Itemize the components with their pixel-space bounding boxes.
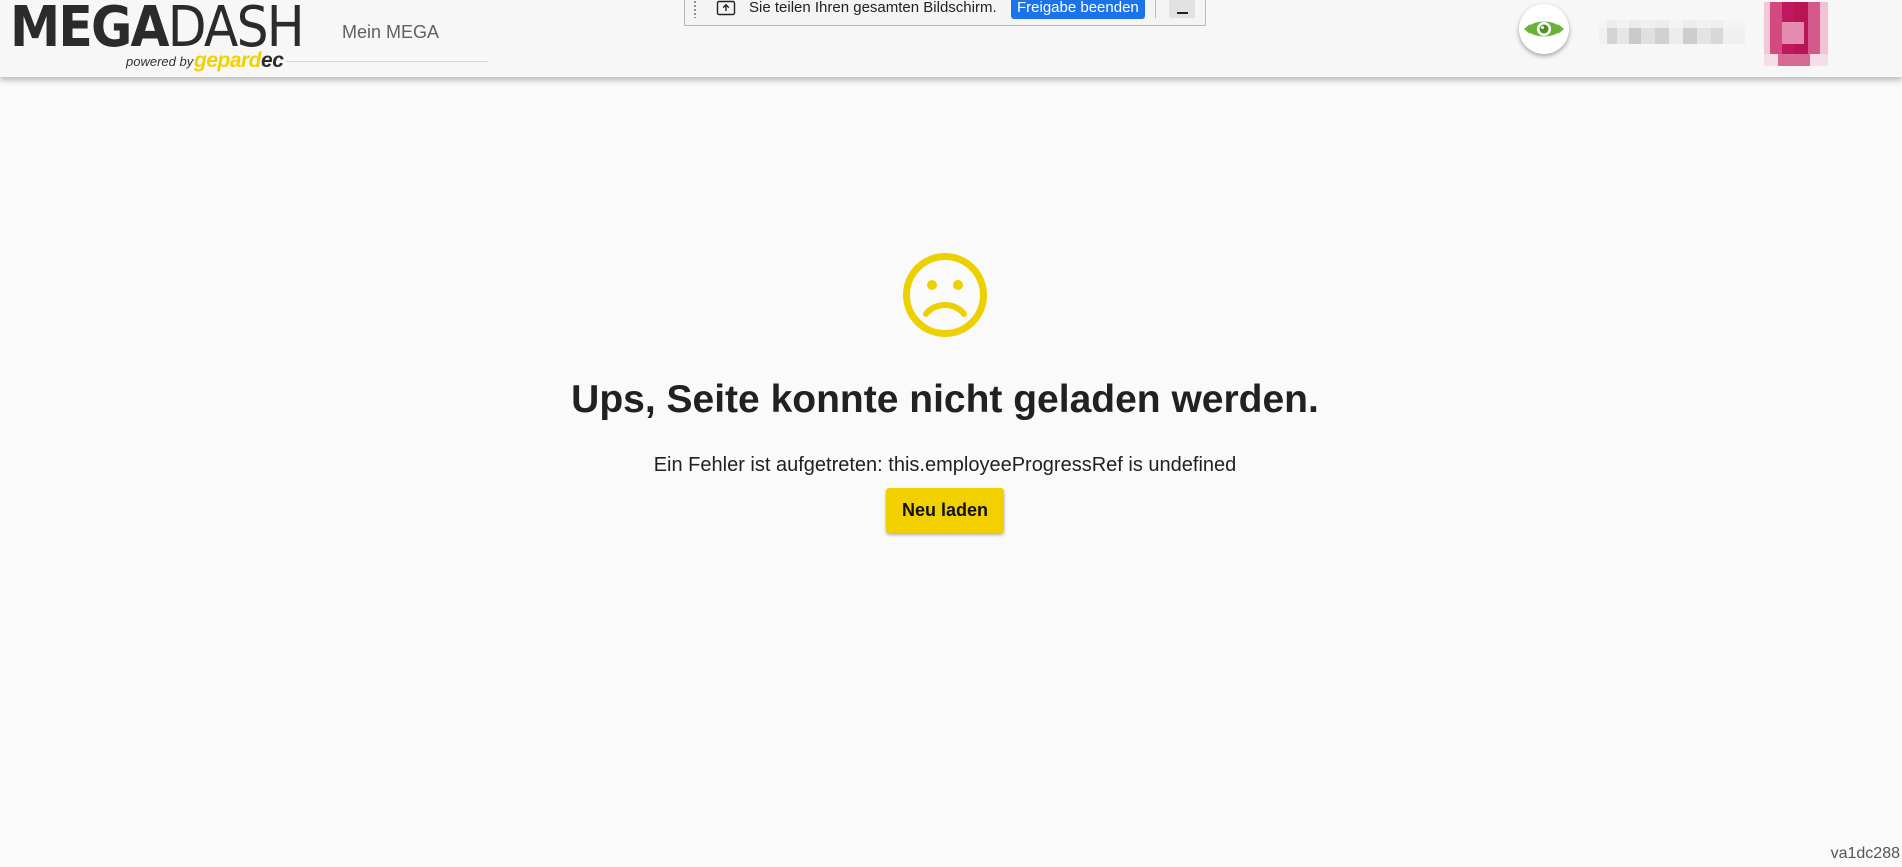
stop-sharing-button[interactable]: Freigabe beenden [1011, 0, 1145, 19]
version-label: va1dc288 [1830, 845, 1900, 862]
megadash-logo[interactable]: MEGADASH powered by gepardec [10, 0, 305, 77]
logo-powered-by: powered by [126, 54, 194, 69]
sad-face-icon [903, 253, 987, 337]
drag-handle-icon[interactable] [693, 0, 697, 18]
minimize-icon [1177, 12, 1188, 14]
screen-share-icon [716, 0, 736, 23]
share-bar-divider [1155, 0, 1156, 18]
logo-mega-text: MEGA [10, 0, 170, 60]
nav-divider [286, 61, 488, 62]
view-toggle-button[interactable] [1519, 4, 1569, 54]
nav-item-mein-mega[interactable]: Mein MEGA [342, 22, 439, 43]
user-avatar[interactable] [1764, 2, 1828, 66]
screen-share-bar: Sie teilen Ihren gesamten Bildschirm. Fr… [684, 0, 1206, 26]
user-name-redacted [1599, 20, 1745, 44]
error-panel: Ups, Seite konnte nicht geladen werden. … [0, 250, 1890, 533]
logo-brand: gepardec [194, 49, 284, 73]
app-header: MEGADASH powered by gepardec Mein MEGA S… [0, 0, 1902, 77]
eye-icon [1524, 21, 1564, 37]
screen-share-message: Sie teilen Ihren gesamten Bildschirm. [749, 0, 997, 16]
logo-brand-gepard: gepard [194, 49, 262, 72]
error-message: Ein Fehler ist aufgetreten: this.employe… [653, 454, 1237, 476]
error-title: Ups, Seite konnte nicht geladen werden. [571, 378, 1319, 421]
logo-brand-ec: ec [261, 49, 284, 72]
minimize-share-bar-button[interactable] [1169, 0, 1195, 18]
reload-button[interactable]: Neu laden [886, 488, 1004, 533]
